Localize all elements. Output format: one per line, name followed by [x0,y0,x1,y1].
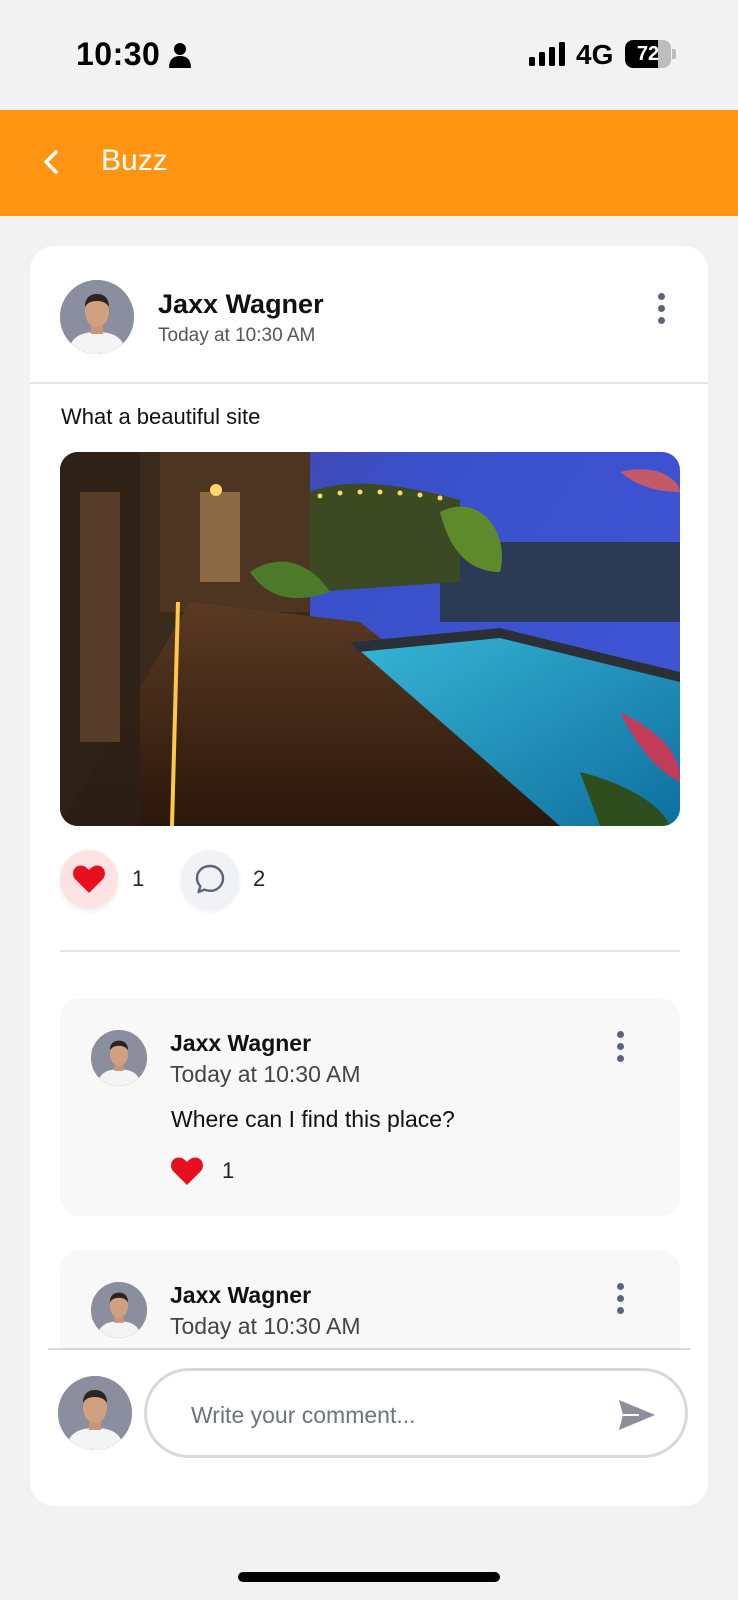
avatar[interactable] [91,1030,147,1086]
heart-icon [73,865,105,893]
chat-bubble-icon [195,864,225,894]
like-button[interactable] [60,850,118,908]
comment-like-count: 1 [222,1158,235,1183]
like-reaction: 1 [60,850,144,908]
battery-icon: 72 [625,40,676,68]
comment-timestamp: Today at 10:30 AM [170,1313,361,1339]
post-card: Jaxx Wagner Today at 10:30 AM What a bea… [30,246,708,1506]
battery-level: 72 [636,43,660,65]
comment-item: Jaxx Wagner Today at 10:30 AM [60,1250,680,1358]
chevron-left-icon [44,150,58,174]
post-header: Jaxx Wagner Today at 10:30 AM [30,246,708,384]
post-text: What a beautiful site [61,404,261,429]
comment-button[interactable] [181,850,239,908]
post-timestamp: Today at 10:30 AM [158,325,316,346]
divider [48,1348,690,1350]
more-vertical-icon[interactable] [646,286,676,330]
post-author[interactable]: Jaxx Wagner [158,289,324,320]
post-image[interactable] [60,452,680,826]
comment-box [144,1368,688,1458]
send-icon[interactable] [617,1397,657,1433]
comment-author[interactable]: Jaxx Wagner [170,1282,311,1309]
page-title: Buzz [101,144,168,177]
comment-input[interactable] [191,1395,591,1435]
like-count: 1 [132,866,145,891]
comment-author[interactable]: Jaxx Wagner [170,1030,311,1057]
home-indicator[interactable] [238,1572,500,1582]
network-label: 4G [576,39,614,70]
person-icon [169,43,191,68]
back-button[interactable] [30,140,74,184]
divider [60,950,680,952]
app-header: Buzz [0,110,738,216]
comment-count: 2 [253,866,266,891]
more-vertical-icon[interactable] [605,1276,635,1320]
status-bar: 10:30 4G 72 [0,0,738,110]
avatar[interactable] [91,1282,147,1338]
comment-text: Where can I find this place? [171,1106,455,1132]
more-vertical-icon[interactable] [605,1024,635,1068]
signal-icon [529,42,565,66]
status-time: 10:30 [76,36,161,72]
comment-item: Jaxx Wagner Today at 10:30 AM Where can … [60,998,680,1216]
comment-reaction: 2 [181,850,265,908]
comment-like-button[interactable]: 1 [170,1156,234,1186]
avatar[interactable] [60,280,134,354]
comment-timestamp: Today at 10:30 AM [170,1061,361,1087]
comment-composer [30,1348,708,1506]
heart-icon [171,1157,203,1185]
avatar [58,1376,132,1450]
